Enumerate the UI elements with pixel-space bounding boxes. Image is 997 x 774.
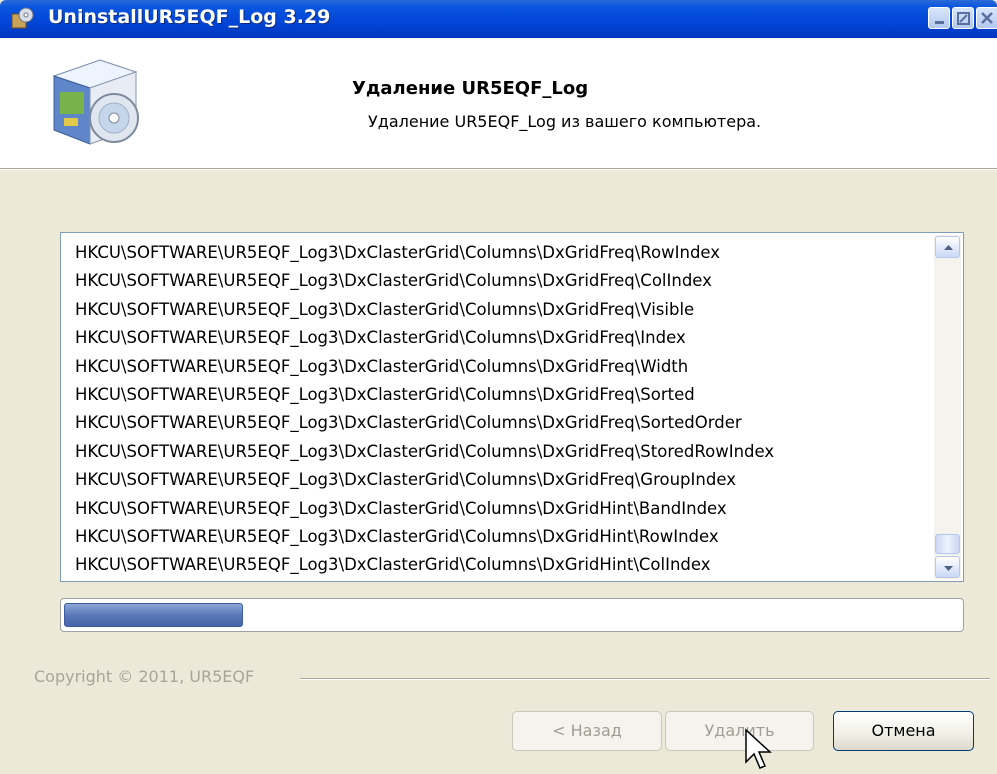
installer-box-icon xyxy=(52,59,139,145)
log-lines: HKCU\SOFTWARE\UR5EQF_Log3\DxClasterGrid\… xyxy=(75,239,927,580)
list-item: HKCU\SOFTWARE\UR5EQF_Log3\DxClasterGrid\… xyxy=(75,384,695,404)
scrollbar-thumb[interactable] xyxy=(935,534,960,554)
cd-disc-icon xyxy=(89,93,139,143)
scroll-up-button[interactable] xyxy=(935,236,960,258)
minimize-button[interactable] xyxy=(928,7,950,29)
scroll-down-button[interactable] xyxy=(935,556,960,578)
back-button[interactable]: < Назад xyxy=(512,711,662,751)
window-title: UninstallUR5EQF_Log 3.29 xyxy=(48,6,331,28)
app-icon xyxy=(11,7,34,29)
vertical-scrollbar[interactable] xyxy=(934,235,961,579)
list-item: HKCU\SOFTWARE\UR5EQF_Log3\DxClasterGrid\… xyxy=(75,328,686,348)
maximize-button[interactable] xyxy=(952,7,974,29)
list-item: HKCU\SOFTWARE\UR5EQF_Log3\DxClasterGrid\… xyxy=(75,243,721,262)
uninstall-progress-bar xyxy=(60,598,964,632)
scroll-down-arrow-icon xyxy=(944,566,953,571)
list-item: HKCU\SOFTWARE\UR5EQF_Log3\DxClasterGrid\… xyxy=(75,498,727,518)
header-title: Удаление UR5EQF_Log xyxy=(352,78,589,99)
uninstall-button[interactable]: Удалить xyxy=(665,711,814,751)
copyright-text: Copyright © 2011, UR5EQF xyxy=(34,667,259,686)
cancel-button[interactable]: Отмена xyxy=(833,711,974,751)
close-icon xyxy=(981,12,993,24)
close-button[interactable] xyxy=(976,7,997,29)
progress-fill xyxy=(64,603,243,627)
title-bar[interactable]: UninstallUR5EQF_Log 3.29 xyxy=(0,0,997,38)
list-item: HKCU\SOFTWARE\UR5EQF_Log3\DxClasterGrid\… xyxy=(75,271,712,291)
list-item: HKCU\SOFTWARE\UR5EQF_Log3\DxClasterGrid\… xyxy=(75,555,711,575)
list-item: HKCU\SOFTWARE\UR5EQF_Log3\DxClasterGrid\… xyxy=(75,356,689,376)
list-item: HKCU\SOFTWARE\UR5EQF_Log3\DxClasterGrid\… xyxy=(75,413,742,433)
footer-divider-highlight xyxy=(300,679,990,680)
maximize-icon xyxy=(957,12,970,25)
minimize-icon xyxy=(935,21,944,24)
scroll-up-arrow-icon xyxy=(944,245,953,250)
list-item: HKCU\SOFTWARE\UR5EQF_Log3\DxClasterGrid\… xyxy=(75,526,719,546)
list-item: HKCU\SOFTWARE\UR5EQF_Log3\DxClasterGrid\… xyxy=(75,299,695,319)
uninstall-log-list[interactable]: HKCU\SOFTWARE\UR5EQF_Log3\DxClasterGrid\… xyxy=(60,232,964,582)
mouse-pointer-icon xyxy=(745,728,772,769)
list-item: HKCU\SOFTWARE\UR5EQF_Log3\DxClasterGrid\… xyxy=(75,441,775,461)
list-item: HKCU\SOFTWARE\UR5EQF_Log3\DxClasterGrid\… xyxy=(75,470,736,490)
header-banner: Удаление UR5EQF_Log Удаление UR5EQF_Log … xyxy=(0,38,997,169)
header-subtitle: Удаление UR5EQF_Log из вашего компьютера… xyxy=(368,112,762,131)
header-divider xyxy=(0,169,997,170)
